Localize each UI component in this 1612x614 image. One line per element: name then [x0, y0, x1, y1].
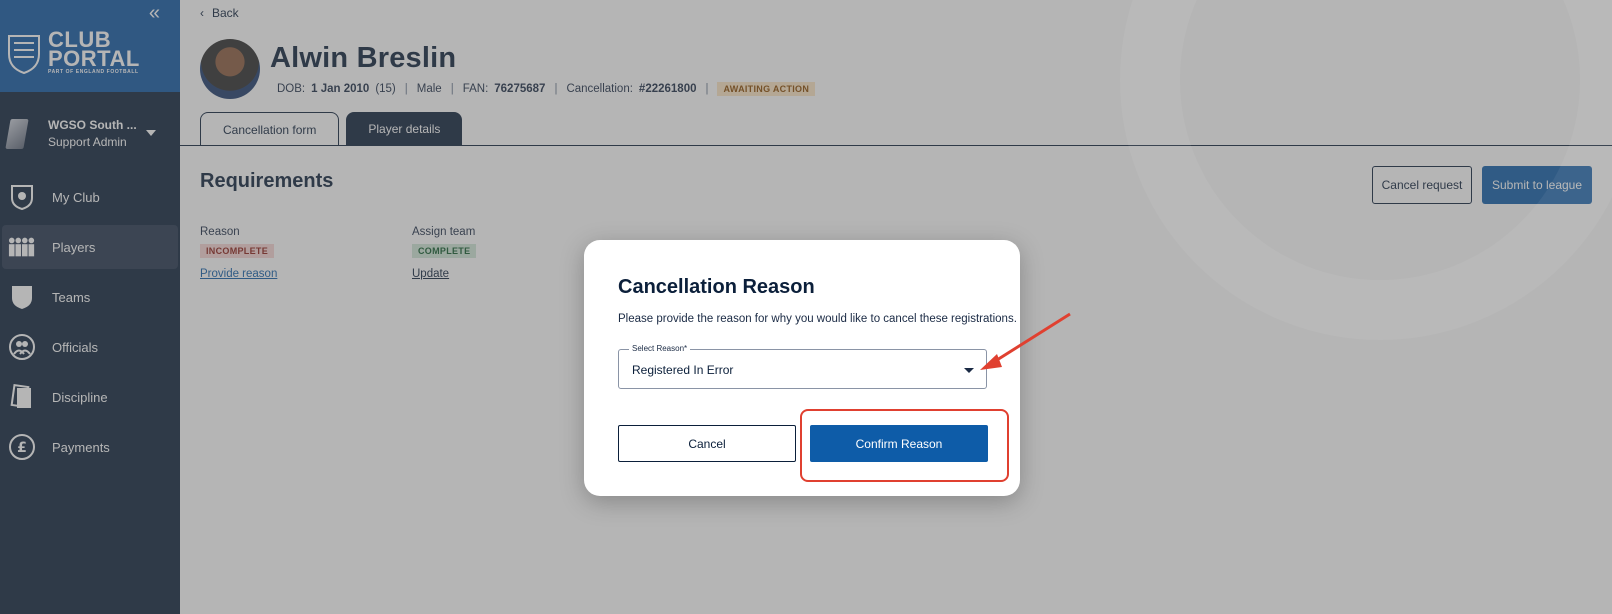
select-value: Registered In Error	[632, 363, 734, 377]
background-watermark	[1120, 0, 1612, 340]
dialog-title: Cancellation Reason	[618, 276, 815, 298]
select-label: Select Reason*	[629, 344, 691, 353]
annotation-arrow-icon	[980, 312, 1071, 370]
cancel-button[interactable]: Cancel	[618, 425, 796, 462]
dialog-description: Please provide the reason for why you wo…	[618, 313, 1017, 325]
caret-down-icon[interactable]	[964, 368, 974, 373]
reason-select[interactable]: Select Reason* Registered In Error	[618, 344, 987, 389]
highlight-box	[800, 409, 1009, 482]
